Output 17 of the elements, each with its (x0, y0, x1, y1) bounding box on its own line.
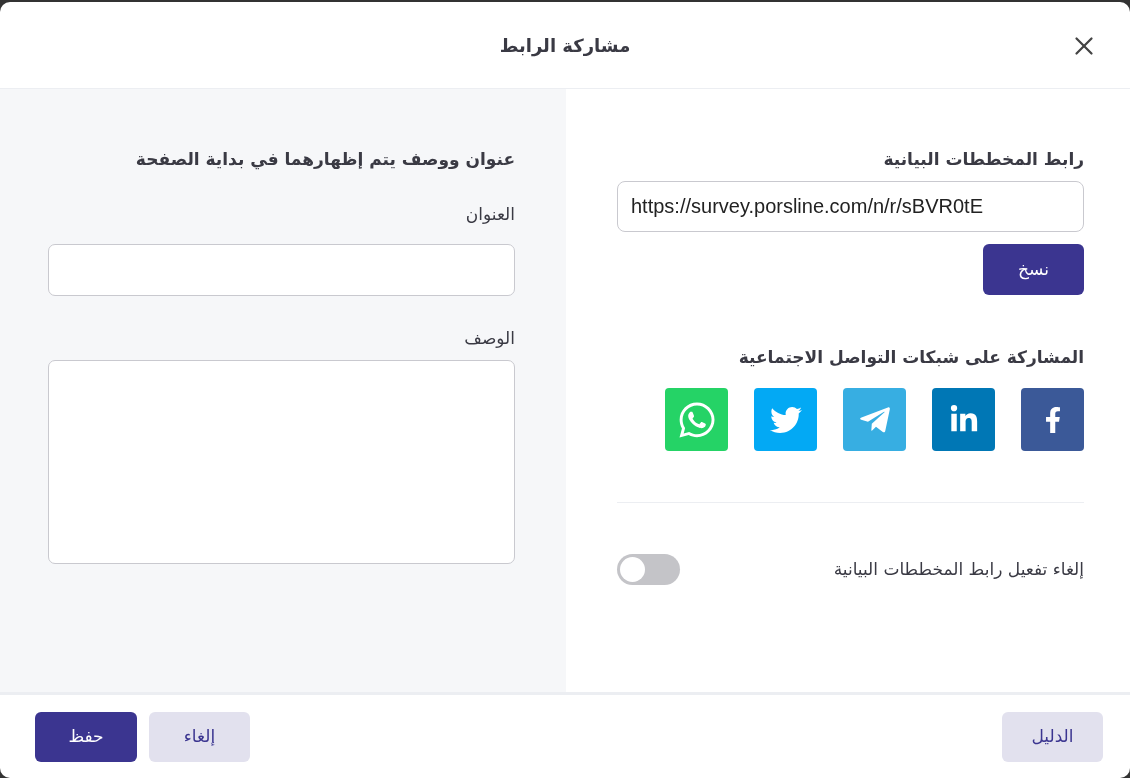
guide-button[interactable]: الدليل (1002, 711, 1103, 762)
save-button[interactable]: حفظ (35, 711, 137, 762)
toggle-switch[interactable] (617, 554, 680, 585)
link-field[interactable]: https://survey.porsline.com/n/r/sBVR0tE (617, 181, 1084, 232)
field-label: العنوان (464, 203, 515, 226)
section-heading: عنوان ووصف يتم إظهارهما في بداية الصفحة (134, 148, 515, 172)
share-button[interactable] (932, 388, 995, 451)
copy-button[interactable]: نسخ (983, 244, 1084, 295)
section-heading: المشاركة على شبكات التواصل الاجتماعية (737, 346, 1084, 369)
title-input[interactable] (48, 244, 515, 296)
share-button[interactable] (1021, 388, 1084, 451)
toggle-knob (620, 557, 645, 582)
section-heading: رابط المخططات البيانية (882, 148, 1084, 171)
field-label: الوصف (463, 327, 515, 350)
cancel-button[interactable]: إلغاء (149, 711, 250, 762)
dialog-title: مشاركة الرابط (499, 33, 631, 59)
toggle-label: إلغاء تفعيل رابط المخططات البيانية (833, 557, 1084, 581)
